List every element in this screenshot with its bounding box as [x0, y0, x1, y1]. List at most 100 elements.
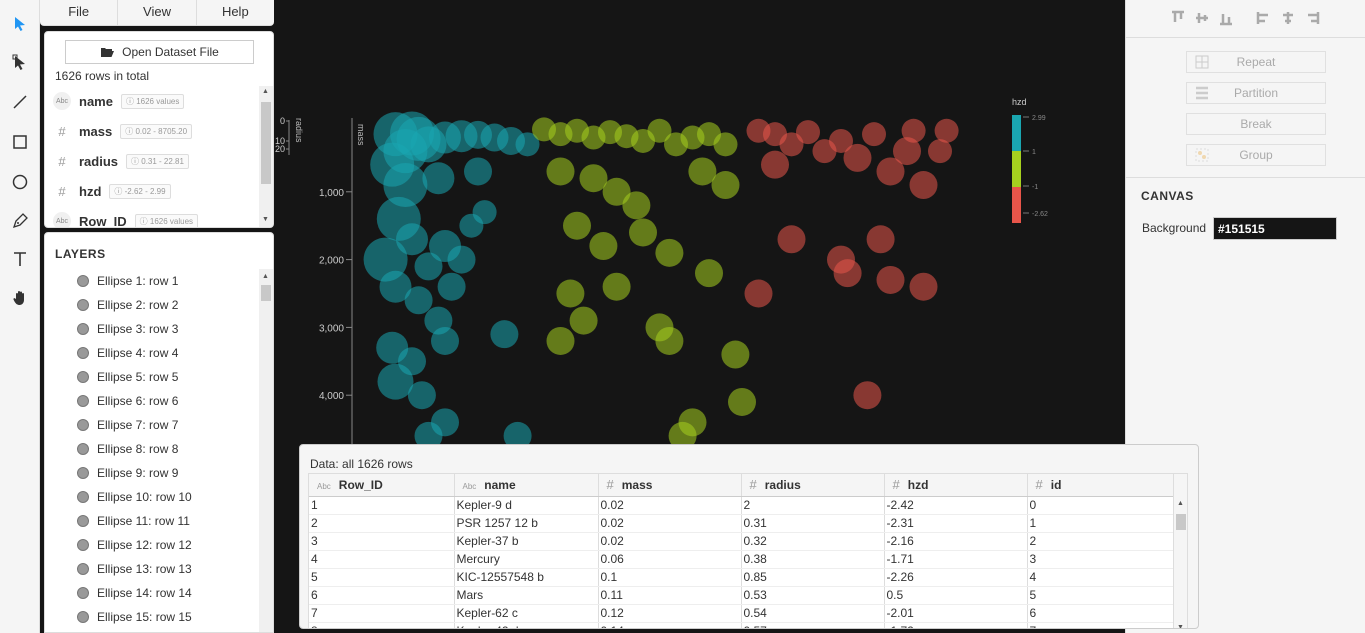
data-point[interactable] — [728, 387, 756, 416]
data-point[interactable] — [655, 238, 684, 267]
field-item[interactable]: Abc name ⓘ 1626 values — [45, 86, 259, 116]
scroll-down-icon[interactable]: ▼ — [1177, 624, 1184, 628]
layer-item[interactable]: Ellipse 8: row 8 — [45, 437, 259, 461]
scroll-thumb[interactable] — [261, 102, 271, 184]
pen-tool-icon[interactable] — [8, 209, 32, 233]
scroll-up-icon[interactable]: ▲ — [1177, 500, 1184, 507]
field-list-scrollbar[interactable]: ▲ ▼ — [259, 86, 273, 227]
group-button[interactable]: Group — [1186, 144, 1326, 166]
align-right-icon[interactable] — [1304, 10, 1320, 26]
table-row[interactable]: 5 KIC-12557548 b 0.1 0.85 -2.26 4 — [309, 568, 1176, 587]
field-item[interactable]: # mass ⓘ 0.02 - 8705.20 — [45, 116, 259, 146]
data-point[interactable] — [556, 279, 585, 308]
ellipse-tool-icon[interactable] — [8, 170, 32, 194]
scroll-up-icon[interactable]: ▲ — [262, 273, 269, 280]
data-point[interactable] — [777, 225, 806, 254]
menu-file[interactable]: File — [40, 0, 119, 25]
data-point[interactable] — [404, 286, 433, 315]
data-point[interactable] — [602, 272, 631, 301]
layer-item[interactable]: Ellipse 9: row 9 — [45, 461, 259, 485]
menu-view[interactable]: View — [118, 0, 197, 25]
data-point[interactable] — [843, 143, 872, 172]
align-middle-icon[interactable] — [1194, 10, 1210, 26]
text-tool-icon[interactable] — [8, 247, 32, 271]
data-point[interactable] — [796, 120, 820, 145]
layer-item[interactable]: Ellipse 15: row 15 — [45, 605, 259, 629]
data-point[interactable] — [721, 340, 750, 369]
line-tool-icon[interactable] — [8, 90, 32, 114]
layer-item[interactable]: Ellipse 5: row 5 — [45, 365, 259, 389]
layer-item[interactable]: Ellipse 7: row 7 — [45, 413, 259, 437]
data-point[interactable] — [862, 122, 886, 147]
data-point[interactable] — [655, 326, 684, 355]
data-point[interactable] — [589, 232, 618, 261]
table-row[interactable]: 2 PSR 1257 12 b 0.02 0.31 -2.31 1 — [309, 514, 1176, 533]
data-point[interactable] — [437, 272, 466, 301]
layer-item[interactable]: Ellipse 13: row 13 — [45, 557, 259, 581]
data-point[interactable] — [622, 191, 651, 220]
scroll-thumb[interactable] — [261, 285, 271, 301]
data-point[interactable] — [909, 171, 938, 200]
column-header[interactable]: # mass — [598, 474, 742, 497]
align-center-icon[interactable] — [1280, 10, 1296, 26]
data-point[interactable] — [711, 171, 740, 200]
table-scrollbar[interactable]: ▲ ▼ — [1173, 474, 1187, 628]
data-point[interactable] — [629, 218, 657, 247]
pointer-tool-icon[interactable] — [8, 12, 32, 36]
background-color-input[interactable]: #151515 — [1213, 217, 1337, 240]
open-dataset-button[interactable]: Open Dataset File — [65, 40, 254, 64]
table-row[interactable]: 7 Kepler-62 c 0.12 0.54 -2.01 6 — [309, 604, 1176, 623]
data-point[interactable] — [853, 381, 882, 410]
data-point[interactable] — [761, 150, 789, 179]
data-point[interactable] — [546, 326, 575, 355]
data-point[interactable] — [414, 252, 443, 281]
hand-tool-icon[interactable] — [8, 286, 32, 310]
table-row[interactable]: 8Kepler-42 d0.140.57-1.727 — [309, 622, 1176, 628]
data-point[interactable] — [713, 132, 738, 157]
data-point[interactable] — [866, 225, 895, 254]
scroll-thumb[interactable] — [1176, 514, 1186, 530]
data-point[interactable] — [383, 163, 428, 208]
menu-help[interactable]: Help — [197, 0, 274, 25]
data-point[interactable] — [459, 213, 484, 238]
data-point[interactable] — [876, 265, 905, 294]
layer-item[interactable]: Ellipse 6: row 6 — [45, 389, 259, 413]
layer-item[interactable]: Ellipse 1: row 1 — [45, 269, 259, 293]
data-point[interactable] — [744, 279, 773, 308]
align-top-icon[interactable] — [1170, 10, 1186, 26]
column-header[interactable]: # hzd — [884, 474, 1028, 497]
data-point[interactable] — [546, 157, 575, 186]
partition-button[interactable]: Partition — [1186, 82, 1326, 104]
layer-item[interactable]: Ellipse 10: row 10 — [45, 485, 259, 509]
layer-item[interactable]: Ellipse 3: row 3 — [45, 317, 259, 341]
scroll-up-icon[interactable]: ▲ — [262, 88, 269, 95]
layer-list-scrollbar[interactable]: ▲ — [259, 269, 273, 632]
layer-item[interactable]: Ellipse 12: row 12 — [45, 533, 259, 557]
table-row[interactable]: 1 Kepler-9 d 0.02 2 -2.42 0 — [309, 496, 1176, 515]
data-point[interactable] — [422, 162, 455, 195]
layer-item[interactable]: Ellipse 14: row 14 — [45, 581, 259, 605]
scroll-down-icon[interactable]: ▼ — [262, 216, 269, 223]
field-item[interactable]: Abc Row_ID ⓘ 1626 values — [45, 206, 259, 227]
layer-item[interactable]: Ellipse 2: row 2 — [45, 293, 259, 317]
data-point[interactable] — [934, 118, 959, 143]
column-header[interactable]: Abc Row_ID — [309, 474, 455, 497]
data-point[interactable] — [833, 259, 862, 288]
field-item[interactable]: # radius ⓘ 0.31 - 22.81 — [45, 146, 259, 176]
data-point[interactable] — [447, 245, 476, 274]
align-left-icon[interactable] — [1256, 10, 1272, 26]
column-header[interactable]: Abc name — [454, 474, 599, 497]
data-point[interactable] — [569, 306, 598, 335]
data-point[interactable] — [431, 326, 459, 355]
repeat-button[interactable]: Repeat — [1186, 51, 1326, 73]
data-point[interactable] — [464, 157, 492, 186]
field-item[interactable]: # hzd ⓘ -2.62 - 2.99 — [45, 176, 259, 206]
data-point[interactable] — [490, 320, 519, 349]
data-point[interactable] — [928, 139, 952, 164]
direct-select-tool-icon[interactable] — [8, 51, 32, 75]
break-button[interactable]: Break — [1186, 113, 1326, 135]
table-row[interactable]: 3 Kepler-37 b 0.02 0.32 -2.16 2 — [309, 532, 1176, 551]
table-row[interactable]: 6 Mars 0.11 0.53 0.5 5 — [309, 586, 1176, 605]
layer-item[interactable]: Ellipse 11: row 11 — [45, 509, 259, 533]
data-point[interactable] — [407, 381, 436, 410]
